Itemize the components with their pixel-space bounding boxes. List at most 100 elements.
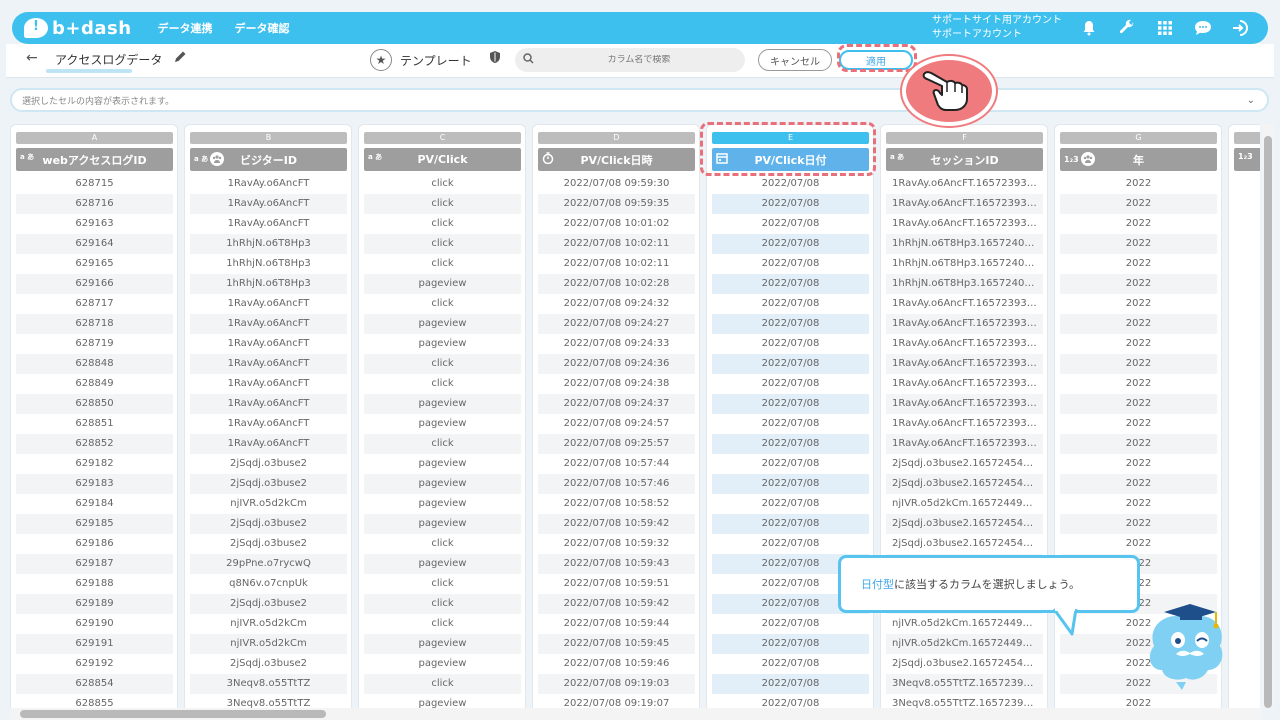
table-cell[interactable]: 2022 xyxy=(1060,694,1217,708)
column-header[interactable]: PV/Click日時 xyxy=(538,148,695,171)
table-cell[interactable]: njIVR.o5d2kCm.1657244923... xyxy=(886,614,1043,634)
table-cell[interactable]: 1hRhjN.o6T8Hp3.165724085... xyxy=(886,254,1043,274)
table-cell[interactable]: 1hRhjN.o6T8Hp3.165724085... xyxy=(886,234,1043,254)
table-cell[interactable]: click xyxy=(364,594,521,614)
table-cell[interactable]: 2022 xyxy=(1060,354,1217,374)
nav-data-check[interactable]: データ確認 xyxy=(235,20,290,36)
table-cell[interactable]: 2022/07/08 10:58:52 xyxy=(538,494,695,514)
table-cell[interactable]: 1RavAy.o6AncFT xyxy=(190,294,347,314)
table-cell[interactable]: click xyxy=(364,174,521,194)
table-cell[interactable]: 1RavAy.o6AncFT xyxy=(190,394,347,414)
table-cell[interactable]: 2022/07/08 xyxy=(712,534,869,554)
table-cell[interactable]: 2022 xyxy=(1060,374,1217,394)
table-cell[interactable]: click xyxy=(364,614,521,634)
table-cell[interactable]: q8N6v.o7cnpUk xyxy=(190,574,347,594)
table-cell[interactable]: 2022 xyxy=(1060,294,1217,314)
table-cell[interactable]: 2jSqdj.o3buse2 xyxy=(190,594,347,614)
table-cell[interactable]: 2jSqdj.o3buse2.1657245463... xyxy=(886,654,1043,674)
table-cell[interactable]: 628848 xyxy=(16,354,173,374)
table-cell[interactable]: 1hRhjN.o6T8Hp3 xyxy=(190,234,347,254)
table-cell[interactable]: 2022/07/08 09:24:37 xyxy=(538,394,695,414)
nav-data-integration[interactable]: データ連携 xyxy=(158,20,213,36)
table-cell[interactable]: 2022 xyxy=(1060,434,1217,454)
table-cell[interactable]: 2022/07/08 xyxy=(712,314,869,334)
table-cell[interactable]: 628852 xyxy=(16,434,173,454)
table-cell[interactable]: 629165 xyxy=(16,254,173,274)
table-cell[interactable]: 1RavAy.o6AncFT.165723935... xyxy=(886,194,1043,214)
table-cell[interactable]: 2022 xyxy=(1060,214,1217,234)
table-cell[interactable]: 628717 xyxy=(16,294,173,314)
column-header[interactable]: 1₂3 年 xyxy=(1060,148,1217,171)
column-header[interactable]: 1₂3 xyxy=(1234,148,1260,171)
table-cell[interactable]: 2022/07/08 09:24:38 xyxy=(538,374,695,394)
table-cell[interactable]: 2022/07/08 10:59:42 xyxy=(538,514,695,534)
table-cell[interactable]: 2022/07/08 09:19:07 xyxy=(538,694,695,708)
table-cell[interactable]: 628850 xyxy=(16,394,173,414)
table-cell[interactable]: 2022/07/08 xyxy=(712,514,869,534)
column-h[interactable]: H 1₂3 xyxy=(1228,124,1260,708)
table-cell[interactable]: 2022/07/08 09:24:27 xyxy=(538,314,695,334)
table-cell[interactable]: njIVR.o5d2kCm xyxy=(190,634,347,654)
table-cell[interactable]: 2022/07/08 09:59:30 xyxy=(538,174,695,194)
pencil-icon[interactable] xyxy=(174,50,187,67)
table-cell[interactable]: 2022/07/08 10:01:02 xyxy=(538,214,695,234)
table-cell[interactable]: 2022/07/08 xyxy=(712,414,869,434)
table-cell[interactable]: 2022 xyxy=(1060,394,1217,414)
table-cell[interactable]: pageview xyxy=(364,414,521,434)
table-cell[interactable]: 1RavAy.o6AncFT xyxy=(190,314,347,334)
table-cell[interactable]: 3Neqv8.o55TtTZ xyxy=(190,674,347,694)
table-cell[interactable]: pageview xyxy=(364,634,521,654)
table-cell[interactable]: 3Neqv8.o55TtTZ.165723950... xyxy=(886,674,1043,694)
table-cell[interactable]: click xyxy=(364,534,521,554)
table-cell[interactable]: 629186 xyxy=(16,534,173,554)
table-cell[interactable]: 629164 xyxy=(16,234,173,254)
table-cell[interactable]: 2022 xyxy=(1060,174,1217,194)
table-cell[interactable]: 629187 xyxy=(16,554,173,574)
table-cell[interactable]: 2022/07/08 09:19:03 xyxy=(538,674,695,694)
table-cell[interactable]: 2022/07/08 09:24:57 xyxy=(538,414,695,434)
table-cell[interactable]: 2022 xyxy=(1060,534,1217,554)
table-cell[interactable]: 2022/07/08 10:59:51 xyxy=(538,574,695,594)
cell-content-bar[interactable]: 選択したセルの内容が表示されます。 ⌄ xyxy=(10,88,1269,112)
table-cell[interactable]: 1RavAy.o6AncFT.165723935... xyxy=(886,394,1043,414)
table-cell[interactable]: 2022/07/08 10:59:43 xyxy=(538,554,695,574)
table-cell[interactable]: click xyxy=(364,674,521,694)
table-cell[interactable]: 629185 xyxy=(16,514,173,534)
table-cell[interactable]: 2022 xyxy=(1060,514,1217,534)
table-cell[interactable]: 2022/07/08 xyxy=(712,494,869,514)
table-cell[interactable]: 2022/07/08 10:02:11 xyxy=(538,254,695,274)
table-cell[interactable]: 2022/07/08 xyxy=(712,174,869,194)
table-cell[interactable]: 2022/07/08 xyxy=(712,674,869,694)
column-letter[interactable]: C xyxy=(364,132,521,144)
table-cell[interactable]: 2022/07/08 10:59:46 xyxy=(538,654,695,674)
table-cell[interactable]: 1RavAy.o6AncFT xyxy=(190,214,347,234)
table-cell[interactable]: 2jSqdj.o3buse2.1657245463... xyxy=(886,474,1043,494)
table-cell[interactable]: 2022/07/08 10:57:44 xyxy=(538,454,695,474)
table-cell[interactable]: 629184 xyxy=(16,494,173,514)
column-letter[interactable]: G xyxy=(1060,132,1217,144)
table-cell[interactable]: 2022/07/08 xyxy=(712,214,869,234)
column-letter[interactable]: D xyxy=(538,132,695,144)
chevron-down-icon[interactable]: ⌄ xyxy=(1247,95,1255,106)
column-c[interactable]: Ca あ PV/Click click click click click click pag… xyxy=(358,124,526,708)
column-search-input[interactable] xyxy=(544,55,734,65)
table-cell[interactable]: 628716 xyxy=(16,194,173,214)
table-cell[interactable]: 2022 xyxy=(1060,454,1217,474)
table-cell[interactable]: click xyxy=(364,234,521,254)
table-cell[interactable]: 2022/07/08 xyxy=(712,654,869,674)
table-cell[interactable]: pageview xyxy=(364,314,521,334)
table-cell[interactable]: 2jSqdj.o3buse2 xyxy=(190,534,347,554)
table-cell[interactable]: pageview xyxy=(364,474,521,494)
table-cell[interactable]: 3Neqv8.o55TtTZ xyxy=(190,694,347,708)
table-cell[interactable]: 2022/07/08 10:59:45 xyxy=(538,634,695,654)
horizontal-scrollbar[interactable] xyxy=(10,708,1262,720)
table-cell[interactable]: 2022/07/08 xyxy=(712,194,869,214)
table-cell[interactable]: 1RavAy.o6AncFT xyxy=(190,414,347,434)
arrow-left-icon[interactable]: ← xyxy=(26,50,38,66)
column-header[interactable]: a あ PV/Click xyxy=(364,148,521,171)
page-title[interactable]: アクセスログデータ xyxy=(55,51,162,68)
table-cell[interactable]: 1RavAy.o6AncFT.165723935... xyxy=(886,174,1043,194)
column-search[interactable] xyxy=(515,48,745,72)
column-e[interactable]: E PV/Click日付 2022/07/08 2022/07/08 2022/07/0… xyxy=(706,124,874,708)
table-cell[interactable]: njIVR.o5d2kCm.1657244923... xyxy=(886,494,1043,514)
